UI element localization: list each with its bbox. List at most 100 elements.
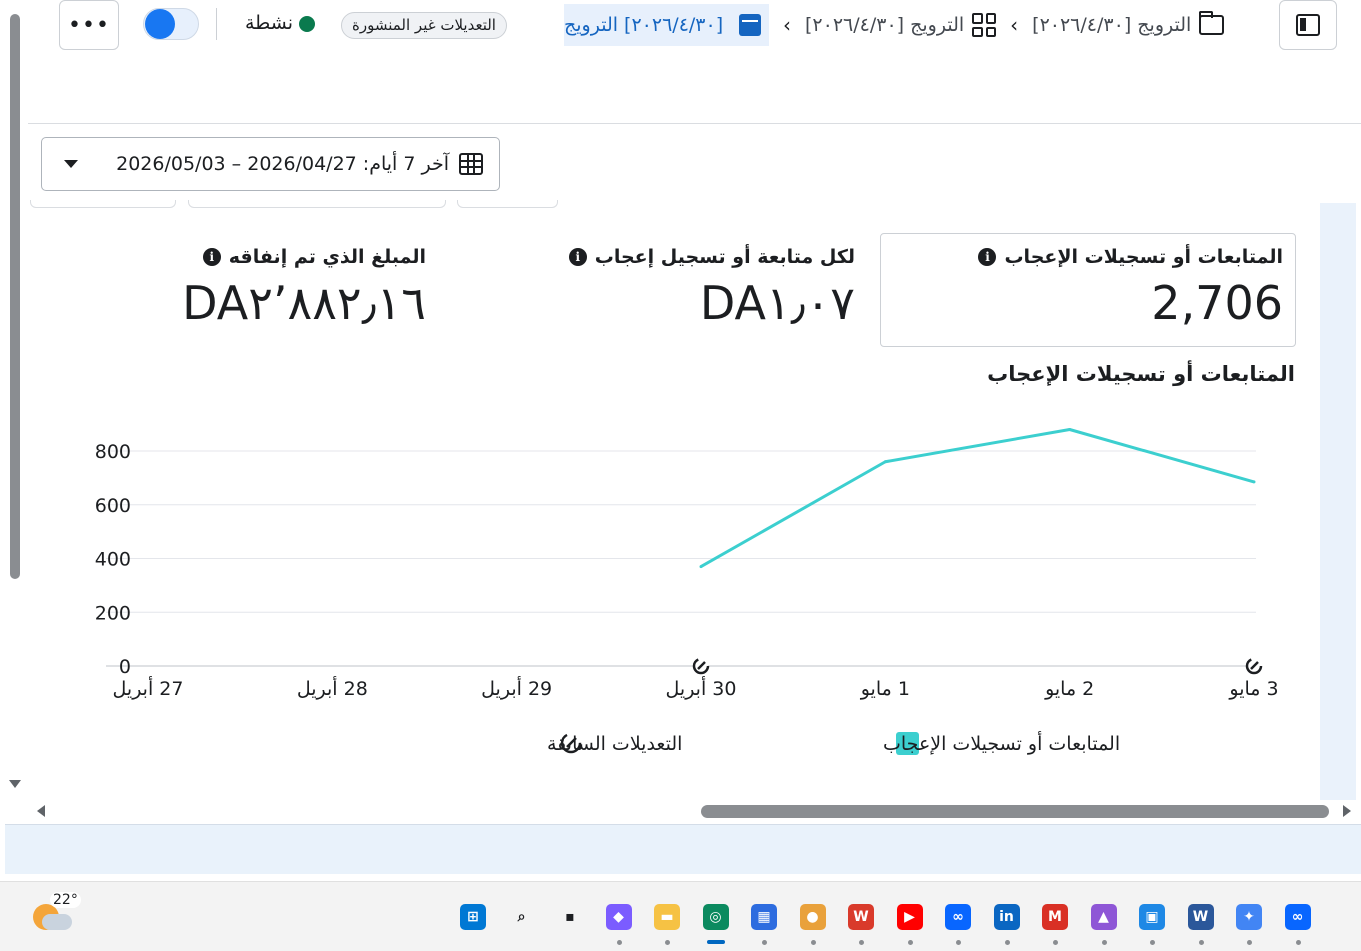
breadcrumb: [٢٠٢٦/٤/٣٠] الترويج ‹ [٢٠٢٦/٤/٣٠] التروي… [564, 4, 1225, 46]
wps-icon[interactable]: W [848, 904, 874, 930]
copilot-icon[interactable]: ◆ [605, 904, 632, 930]
unpublished-badge[interactable]: التعديلات غير المنشورة [341, 12, 507, 39]
meta-icon[interactable]: ∞ [945, 904, 971, 930]
weather-temp: 22° [50, 892, 81, 908]
meta-ai-icon[interactable]: ∞ [1284, 904, 1311, 930]
scroll-left-arrow-icon[interactable] [37, 805, 45, 817]
edit-marker-icon[interactable] [692, 657, 710, 675]
breadcrumb-adset-label: [٢٠٢٦/٤/٣٠] الترويج [805, 14, 965, 36]
metric-value: DA١٫٠٧ [699, 276, 855, 330]
more-options-button[interactable]: ••• [59, 0, 119, 50]
status-dot-icon [299, 16, 315, 32]
calendar-icon [739, 14, 761, 36]
scroll-down-arrow-icon[interactable] [9, 780, 21, 788]
running-indicator [1150, 940, 1155, 945]
metric-label: المتابعات أو تسجيلات الإعجاب i [978, 246, 1283, 268]
youtube-icon[interactable]: ▶ [896, 904, 923, 930]
edit-marker-icon[interactable] [1245, 657, 1263, 675]
gemini-icon[interactable]: ✦ [1236, 904, 1262, 930]
x-tick-label: 27 أبريل [113, 676, 184, 700]
chrome-icon[interactable]: ● [799, 904, 826, 930]
info-icon[interactable]: i [978, 248, 997, 266]
chevron-left-icon: ‹ [1010, 13, 1019, 37]
breadcrumb-campaign-label: [٢٠٢٦/٤/٣٠] الترويج [1032, 14, 1192, 36]
grid-icon [972, 13, 997, 37]
data-point [883, 460, 887, 464]
legend-label: التعديلات السابقة [547, 733, 682, 755]
sidebar-icon [1296, 14, 1320, 36]
side-panel-edge [1320, 203, 1356, 800]
running-indicator [706, 940, 725, 944]
horizontal-scrollbar[interactable] [28, 800, 1361, 824]
edge-icon[interactable]: ◎ [702, 904, 729, 930]
metric-cost-per-result[interactable]: لكل متابعة أو تسجيل إعجاب i DA١٫٠٧ [568, 246, 855, 330]
running-indicator [1295, 940, 1301, 945]
breadcrumb-campaign[interactable]: [٢٠٢٦/٤/٣٠] الترويج [1032, 11, 1225, 36]
start-icon[interactable]: ⊞ [460, 904, 486, 930]
tab-partial[interactable] [188, 200, 446, 208]
toggle-knob [145, 9, 175, 39]
paint-icon[interactable]: ▣ [1139, 904, 1165, 930]
x-tick-label: 3 مايو [1228, 678, 1278, 700]
horizontal-scrollbar-thumb[interactable] [701, 805, 1329, 818]
weather-widget[interactable]: 22° [30, 890, 81, 936]
vertical-scrollbar[interactable] [0, 0, 28, 800]
metric-label: لكل متابعة أو تسجيل إعجاب i [568, 246, 855, 268]
y-tick-label: 0 [119, 656, 131, 678]
info-icon[interactable]: i [568, 248, 587, 266]
word-icon[interactable]: W [1187, 904, 1214, 930]
data-point [1068, 428, 1072, 431]
breadcrumb-ad[interactable]: [٢٠٢٦/٤/٣٠] الترويج [564, 4, 769, 46]
vertical-scrollbar-thumb[interactable] [10, 14, 20, 579]
y-tick-label: 400 [95, 549, 131, 571]
metric-label: المبلغ الذي تم إنفاقه i [182, 246, 426, 268]
y-tick-label: 600 [95, 495, 131, 517]
chart-title: المتابعات أو تسجيلات الإعجاب [987, 362, 1295, 386]
search-icon[interactable]: ⌕ [509, 904, 535, 930]
running-indicator [1101, 940, 1107, 945]
running-indicator [1053, 940, 1058, 945]
date-range-label: آخر 7 أيام: 2026/04/27 – 2026/05/03 [116, 153, 449, 175]
file-explorer-icon[interactable]: ▬ [654, 904, 680, 930]
metric-amount-spent[interactable]: المبلغ الذي تم إنفاقه i DA٢٬٨٨٢٫١٦ [182, 246, 426, 330]
line-chart: 0 200 400 600 800 27 أبريل 28 أبريل 29 أبريل 30 … [95, 428, 1279, 755]
metric-results[interactable]: المتابعات أو تسجيلات الإعجاب i 2,706 [978, 246, 1283, 330]
gmail-icon[interactable]: M [1042, 904, 1068, 930]
status-text: نشطة [244, 12, 293, 34]
tab-partial[interactable] [457, 200, 558, 208]
photos-icon[interactable]: ▲ [1090, 904, 1117, 930]
x-tick-label: 30 أبريل [666, 676, 737, 700]
running-indicator [1004, 940, 1010, 945]
y-tick-label: 200 [95, 602, 131, 624]
folder-icon [1199, 11, 1225, 35]
divider [216, 8, 217, 40]
running-indicator [665, 940, 670, 945]
scroll-right-arrow-icon[interactable] [1343, 805, 1351, 817]
running-indicator [907, 940, 913, 945]
date-range-picker[interactable]: آخر 7 أيام: 2026/04/27 – 2026/05/03 [41, 137, 500, 191]
data-point [1252, 480, 1256, 484]
sidebar-toggle-button[interactable] [1279, 0, 1337, 50]
x-tick-label: 28 أبريل [297, 676, 368, 700]
breadcrumb-adset[interactable]: [٢٠٢٦/٤/٣٠] الترويج [805, 13, 997, 37]
tab-partial[interactable] [30, 200, 176, 208]
task-view-icon[interactable]: ▪ [557, 904, 583, 930]
campaign-toggle[interactable] [143, 8, 199, 40]
legend-label: المتابعات أو تسجيلات الإعجاب [883, 731, 1120, 755]
running-indicator [616, 940, 622, 945]
calendar-grid-icon [459, 153, 483, 175]
taskbar: 22° ⊞ ⌕ ▪ ◆ ▬ ◎ ▦ ● W ▶ ∞ in M ▲ ▣ W ✦ ∞ [0, 881, 1361, 951]
info-icon[interactable]: i [202, 248, 221, 266]
series-line [700, 428, 1255, 568]
page-footer-band [5, 824, 1361, 874]
header: ••• نشطة التعديلات غير المنشورة [٢٠٢٦/٤/… [28, 0, 1361, 124]
running-indicator [762, 940, 767, 945]
running-indicator [1247, 940, 1252, 945]
x-tick-label: 1 مايو [860, 678, 910, 700]
metric-value: 2,706 [1151, 276, 1283, 330]
linkedin-icon[interactable]: in [993, 904, 1020, 930]
running-indicator [956, 940, 961, 945]
store-icon[interactable]: ▦ [751, 904, 777, 930]
running-indicator [859, 940, 864, 945]
cloud-icon [42, 914, 72, 930]
